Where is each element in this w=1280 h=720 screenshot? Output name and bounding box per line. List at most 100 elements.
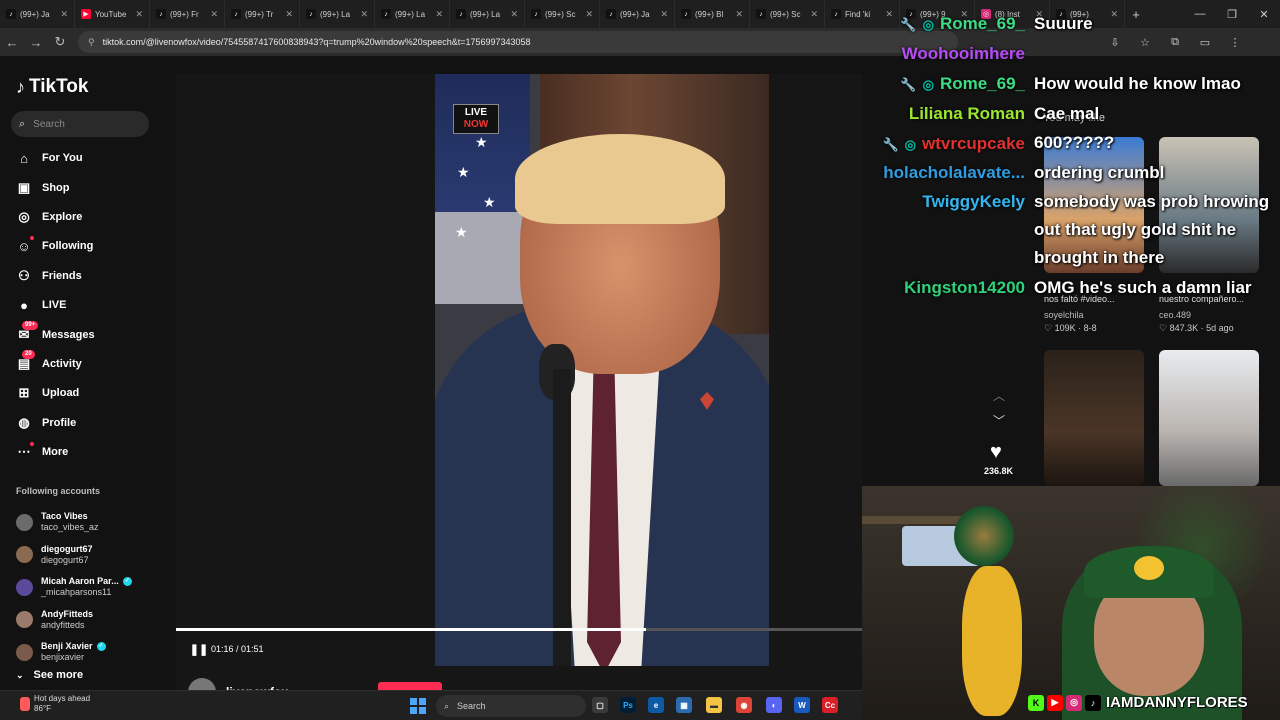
browser-tab-label: (99+) La [320,9,351,19]
sidepanel-icon[interactable]: ▭ [1190,36,1220,49]
browser-tab[interactable]: ♪ (99+) La ✕ [450,0,525,28]
close-tab-icon[interactable]: ✕ [585,9,593,20]
photoshop-icon[interactable]: Ps [620,697,636,713]
sidebar-item-friends[interactable]: ⚇ Friends [16,265,82,287]
browser-tab[interactable]: ♪ (99+) Ja ✕ [0,0,75,28]
back-icon[interactable]: ← [0,30,24,54]
see-more-button[interactable]: ⌄ See more [16,669,83,681]
browser-tab[interactable]: ♪ Find 'ki ✕ [825,0,900,28]
chevron-up-icon[interactable]: ︿ [993,387,1005,404]
discord-icon[interactable]: ◐ [766,697,782,713]
pause-icon[interactable]: ❚❚ [190,642,208,656]
close-tab-icon[interactable]: ✕ [435,9,443,20]
recommended-video-user[interactable]: soyelchila [1044,310,1084,320]
sidebar-item-explore[interactable]: ◎ Explore [16,206,82,228]
chat-username-text: Liliana Roman [908,104,1025,123]
close-tab-icon[interactable]: ✕ [210,9,218,20]
browser-tab-label: (99+) Sc [545,9,576,19]
browser-tab[interactable]: ♪ (99+) Bl ✕ [675,0,750,28]
chat-username-text: wtvrcupcake [922,134,1025,153]
close-tab-icon[interactable]: ✕ [510,9,518,20]
browser-tab[interactable]: ♪ (99+) La ✕ [375,0,450,28]
taskbar-search[interactable]: ⌕ Search [436,695,586,717]
extensions-icon[interactable]: ⧉ [1160,36,1190,49]
word-icon[interactable]: W [794,697,810,713]
following-account[interactable]: Micah Aaron Par... ✓ _micahparsons11 [16,576,132,598]
following-account[interactable]: Taco Vibes taco_vibes_az [16,511,99,533]
tiktok-logo[interactable]: ♪ TikTok [16,76,88,98]
close-window-icon[interactable]: ✕ [1248,0,1280,28]
avatar[interactable] [16,513,33,531]
sidebar-item-live[interactable]: ● LIVE [16,294,66,316]
windows-start-icon[interactable] [410,698,426,714]
folder-icon[interactable]: ▬ [706,697,722,713]
store-icon[interactable]: ▦ [676,697,692,713]
following-account[interactable]: Benji Xavier ✓ benjixavier [16,641,106,663]
site-info-icon[interactable]: ⚲ [88,37,95,48]
following-account[interactable]: AndyFitteds andyfitteds [16,609,93,631]
browser-tab[interactable]: ♪ (99+) La ✕ [300,0,375,28]
weather-widget[interactable]: Hot days ahead 86°F [20,694,90,714]
bookmark-star-icon[interactable]: ☆ [1130,36,1160,49]
close-tab-icon[interactable]: ✕ [360,9,368,20]
video-frame[interactable]: ★ ★ ★ ★ LIVE NOW [435,74,769,666]
recommended-video-user[interactable]: ceo.489 [1159,310,1191,320]
chat-username: 🔧 ◎ Rome_69_ [900,14,1025,34]
account-name[interactable]: Taco Vibes [41,511,99,522]
browser-tab[interactable]: ♪ (99+) Ja ✕ [600,0,675,28]
creative-cloud-icon[interactable]: Cc [822,697,838,713]
close-tab-icon[interactable]: ✕ [135,9,143,20]
chrome-icon[interactable]: ◉ [736,697,752,713]
maximize-icon[interactable]: ❐ [1216,0,1248,28]
close-tab-icon[interactable]: ✕ [885,9,893,20]
chevron-down-icon[interactable]: ﹀ [993,412,1005,429]
browser-tab[interactable]: ♪ (99+) Tr ✕ [225,0,300,28]
edge-icon[interactable]: e [648,697,664,713]
avatar[interactable] [16,578,33,596]
sidebar-item-messages[interactable]: ✉ 99+ Messages [16,321,95,346]
progress-bar[interactable] [176,628,862,631]
following-account[interactable]: diegogurt67 diegogurt67 [16,544,93,566]
close-tab-icon[interactable]: ✕ [735,9,743,20]
account-name[interactable]: Micah Aaron Par... ✓ [41,576,132,587]
sidebar-item-shop[interactable]: ▣ Shop [16,177,70,199]
search-input[interactable]: ⌕ Search [11,111,149,137]
browser-tab-label: (99+) Fr [170,9,199,19]
install-icon[interactable]: ⇩ [1100,36,1130,49]
recommended-video-thumbnail[interactable] [1159,350,1259,486]
sidebar-item-activity[interactable]: ▤ 20 Activity [16,350,82,375]
recommended-video-thumbnail[interactable] [1044,350,1144,486]
new-tab-button[interactable]: + [1125,7,1147,22]
browser-tab[interactable]: ♪ (99+) Fr ✕ [150,0,225,28]
browser-tab[interactable]: ♪ (99+) Sc ✕ [750,0,825,28]
close-tab-icon[interactable]: ✕ [285,9,293,20]
sidebar-item-following[interactable]: ☺ Following [16,235,93,257]
video-player[interactable]: ★ ★ ★ ★ LIVE NOW ❚❚ 01:16 / 01:51 liveno… [176,74,862,706]
forward-icon[interactable]: → [24,30,48,54]
sidebar-item-more[interactable]: ⋯ More [16,441,68,463]
avatar[interactable] [16,546,33,563]
close-tab-icon[interactable]: ✕ [1110,9,1118,20]
chat-message: ordering crumbl [1034,163,1165,182]
close-tab-icon[interactable]: ✕ [810,9,818,20]
sidebar-item-profile[interactable]: ◍ Profile [16,412,76,434]
reload-icon[interactable]: ↻ [48,30,72,54]
tiktok-icon: ♪ [756,9,766,19]
task-view-icon[interactable]: ▢ [592,697,608,713]
account-name[interactable]: diegogurt67 [41,544,93,555]
minimize-icon[interactable]: — [1184,0,1216,28]
heart-icon[interactable]: ♥ [990,441,1002,464]
close-tab-icon[interactable]: ✕ [60,9,68,20]
weather-title: Hot days ahead [34,694,91,703]
close-tab-icon[interactable]: ✕ [660,9,668,20]
account-name[interactable]: Benji Xavier ✓ [41,641,106,652]
browser-tab[interactable]: ♪ (99+) Sc ✕ [525,0,600,28]
avatar[interactable] [16,611,33,628]
avatar[interactable] [16,643,33,661]
sidebar-item-for-you[interactable]: ⌂ For You [16,147,82,169]
address-bar[interactable]: ⚲ tiktok.com/@livenowfox/video/754558741… [78,31,958,53]
sidebar-item-upload[interactable]: ⊞ Upload [16,382,80,404]
browser-tab[interactable]: ▶ YouTube ✕ [75,0,150,28]
account-name[interactable]: AndyFitteds [41,609,93,620]
menu-icon[interactable]: ⋮ [1220,36,1250,49]
